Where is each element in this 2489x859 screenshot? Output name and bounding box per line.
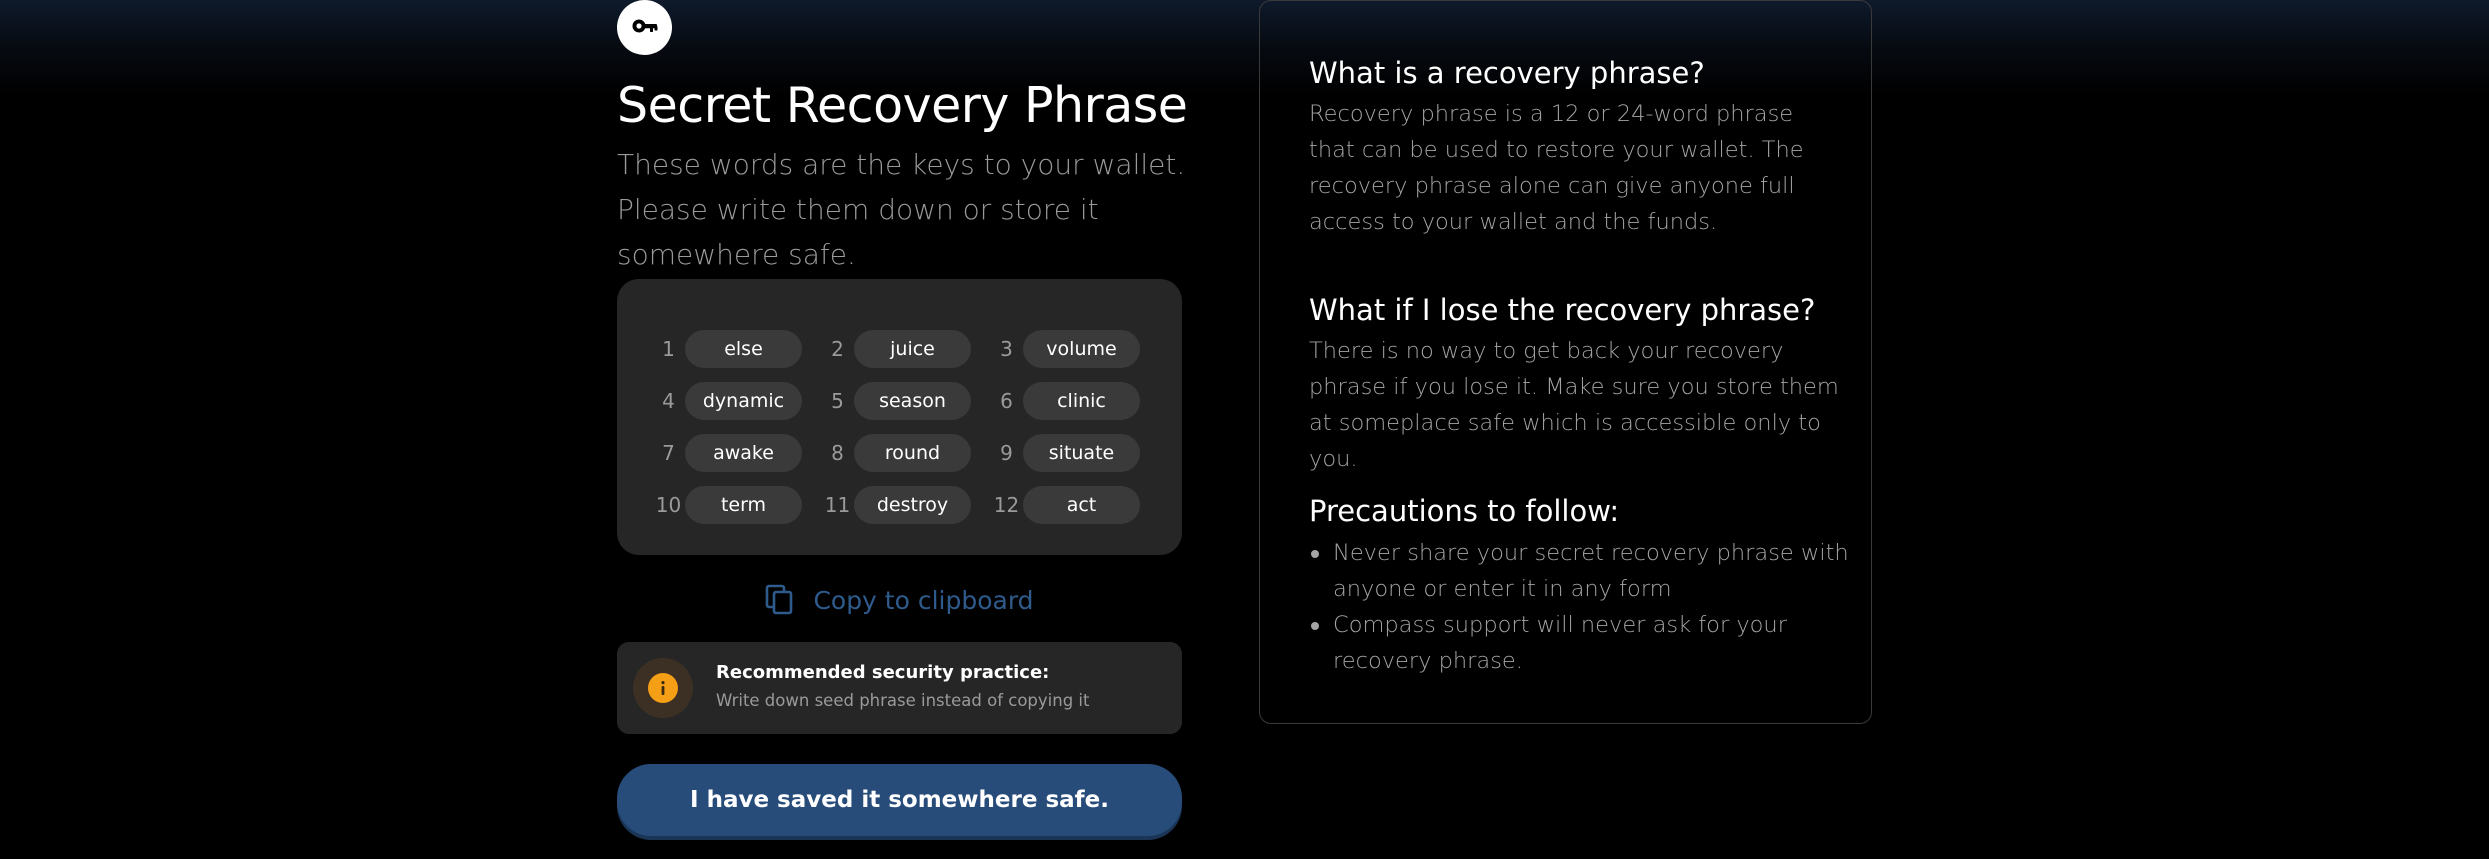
word-pill: act — [1023, 486, 1140, 524]
word-item: 7 awake — [655, 427, 824, 479]
word-number: 6 — [1000, 389, 1013, 413]
word-pill: destroy — [854, 486, 971, 524]
word-pill: awake — [685, 434, 802, 472]
word-item: 10 term — [655, 479, 824, 531]
section-heading: What is a recovery phrase? — [1309, 56, 1705, 90]
recovery-info-panel: What is a recovery phrase? Recovery phra… — [1259, 0, 1872, 724]
word-item: 9 situate — [993, 427, 1162, 479]
word-pill: round — [854, 434, 971, 472]
security-text: Write down seed phrase instead of copyin… — [716, 691, 1090, 710]
word-item: 1 else — [655, 323, 824, 375]
page-subtitle: These words are the keys to your wallet.… — [617, 148, 1186, 271]
saved-confirm-button[interactable]: I have saved it somewhere safe. — [617, 764, 1182, 836]
copy-label: Copy to clipboard — [813, 585, 1034, 615]
section-heading: Precautions to follow: — [1309, 494, 1620, 528]
word-pill: situate — [1023, 434, 1140, 472]
word-number: 9 — [1000, 441, 1013, 465]
page-title: Secret Recovery Phrase — [617, 77, 1188, 134]
word-pill: season — [854, 382, 971, 420]
word-number: 7 — [662, 441, 675, 465]
word-number: 5 — [831, 389, 844, 413]
word-item: 8 round — [824, 427, 993, 479]
recovery-word-grid: 1 else 2 juice 3 volume 4 dynamic 5 season 6c… — [655, 323, 1162, 531]
list-item: Compass support will never ask for your … — [1309, 607, 1849, 679]
security-practice-notice: Recommended security practice: Write dow… — [617, 642, 1182, 734]
word-pill: else — [685, 330, 802, 368]
bullet-icon — [1311, 550, 1319, 558]
word-pill: dynamic — [685, 382, 802, 420]
word-pill: volume — [1023, 330, 1140, 368]
word-number: 3 — [1000, 337, 1013, 361]
word-number: 12 — [993, 493, 1020, 517]
bullet-icon — [1311, 622, 1319, 630]
word-item: 5 season — [824, 375, 993, 427]
word-number: 2 — [831, 337, 844, 361]
word-number: 11 — [824, 493, 851, 517]
info-badge — [633, 658, 693, 718]
word-pill: clinic — [1023, 382, 1140, 420]
security-title: Recommended security practice: — [716, 662, 1050, 683]
precaution-text: Never share your secret recovery phrase … — [1333, 540, 1849, 602]
info-icon — [648, 673, 678, 703]
copy-icon — [765, 584, 795, 616]
word-number: 1 — [662, 337, 675, 361]
section-heading: What if I lose the recovery phrase? — [1309, 293, 1816, 327]
word-item: 3 volume — [993, 323, 1162, 375]
key-badge — [617, 0, 672, 55]
word-number: 8 — [831, 441, 844, 465]
section-body: Recovery phrase is a 12 or 24-word phras… — [1309, 101, 1804, 235]
key-icon — [629, 10, 661, 46]
precautions-list: Never share your secret recovery phrase … — [1309, 535, 1849, 679]
word-item: 2 juice — [824, 323, 993, 375]
word-item: 12 act — [993, 479, 1162, 531]
word-number: 4 — [662, 389, 675, 413]
section-body: There is no way to get back your recover… — [1309, 338, 1839, 472]
word-item: 6 clinic — [993, 375, 1162, 427]
copy-to-clipboard-button[interactable]: Copy to clipboard — [617, 580, 1182, 620]
word-pill: juice — [854, 330, 971, 368]
word-number: 10 — [655, 493, 682, 517]
word-item: 11 destroy — [824, 479, 993, 531]
word-pill: term — [685, 486, 802, 524]
list-item: Never share your secret recovery phrase … — [1309, 535, 1849, 607]
recovery-words-card: 1 else 2 juice 3 volume 4 dynamic 5 season 6c… — [617, 279, 1182, 555]
precaution-text: Compass support will never ask for your … — [1333, 612, 1787, 674]
word-item: 4 dynamic — [655, 375, 824, 427]
